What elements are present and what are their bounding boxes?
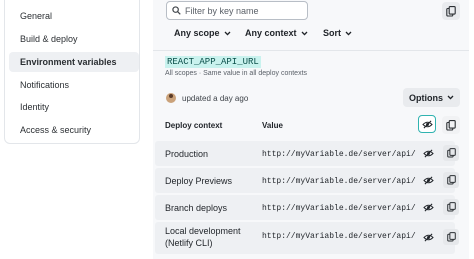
eye-slash-icon: [421, 120, 433, 128]
toggle-all-values-button[interactable]: [418, 115, 436, 133]
toggle-value-button[interactable]: [422, 174, 434, 186]
copy-icon: [446, 119, 456, 131]
sidebar-item-identity[interactable]: Identity: [9, 97, 139, 117]
variable-meta: All scopes · Same value in all deploy co…: [165, 70, 308, 77]
search-field[interactable]: [166, 1, 308, 20]
copy-value-button[interactable]: [443, 172, 459, 188]
table-row: Local development (Netlify CLI) http://m…: [153, 222, 474, 254]
row-context-line2: (Netlify CLI): [165, 238, 213, 248]
copy-icon: [446, 232, 456, 242]
row-context: Production: [165, 149, 209, 159]
copy-icon: [446, 202, 456, 212]
chevron-down-icon: [345, 31, 352, 36]
toggle-value-button[interactable]: [422, 231, 434, 243]
copy-all-button[interactable]: [442, 2, 460, 20]
chevron-down-icon: [301, 31, 307, 36]
options-label: Options: [409, 92, 443, 103]
divider: [153, 50, 474, 51]
sort-button[interactable]: Sort: [323, 26, 352, 40]
eye-slash-icon: [422, 233, 434, 241]
sort-label: Sort: [323, 28, 341, 38]
scope-filter-label: Any scope: [174, 28, 220, 38]
scope-filter-button[interactable]: Any scope: [174, 26, 231, 40]
panel-edge: [469, 0, 474, 259]
chevron-down-icon: [447, 95, 454, 100]
toggle-value-button[interactable]: [422, 201, 434, 213]
column-header-deploy-context: Deploy context: [165, 121, 223, 130]
table-row: Branch deploys http://myVariable.de/serv…: [153, 195, 474, 220]
options-button[interactable]: Options: [403, 88, 460, 107]
chevron-down-icon: [224, 31, 230, 36]
context-filter-button[interactable]: Any context: [245, 26, 308, 40]
row-value[interactable]: http://myVariable.de/server/api/: [262, 150, 416, 159]
row-value[interactable]: http://myVariable.de/server/api/: [262, 177, 416, 186]
copy-value-button[interactable]: [443, 199, 459, 215]
search-input[interactable]: [185, 5, 303, 16]
eye-slash-icon: [422, 176, 434, 184]
row-value[interactable]: http://myVariable.de/server/api/: [262, 232, 416, 241]
row-context: Branch deploys: [165, 203, 228, 213]
copy-value-button[interactable]: [443, 145, 459, 161]
column-header-value: Value: [262, 121, 283, 130]
variable-key[interactable]: REACT_APP_API_URL: [165, 56, 261, 68]
row-context: Deploy Previews: [165, 176, 233, 186]
context-filter-label: Any context: [245, 28, 297, 38]
copy-all-values-button[interactable]: [442, 116, 460, 134]
copy-icon: [446, 148, 456, 158]
table-row: Deploy Previews http://myVariable.de/ser…: [153, 168, 474, 193]
sidebar-item-general[interactable]: General: [9, 6, 139, 26]
search-icon: [172, 6, 181, 15]
copy-icon: [446, 175, 456, 185]
sidebar-item-notifications[interactable]: Notifications: [9, 75, 139, 95]
copy-icon: [446, 5, 456, 17]
table-row: Production http://myVariable.de/server/a…: [153, 141, 474, 166]
updated-timestamp: updated a day ago: [182, 94, 249, 103]
main-panel: Any scope Any context Sort REACT_APP_API…: [153, 0, 474, 259]
avatar: [166, 93, 176, 103]
sidebar-item-build-deploy[interactable]: Build & deploy: [9, 29, 139, 49]
eye-slash-icon: [422, 149, 434, 157]
eye-slash-icon: [422, 203, 434, 211]
sidebar-item-access-security[interactable]: Access & security: [9, 120, 139, 140]
copy-value-button[interactable]: [443, 229, 459, 245]
toggle-value-button[interactable]: [422, 147, 434, 159]
sidebar-item-environment-variables[interactable]: Environment variables: [9, 52, 139, 72]
settings-sidebar: General Build & deploy Environment varia…: [4, 0, 140, 144]
row-value[interactable]: http://myVariable.de/server/api/: [262, 204, 416, 213]
row-context-line1: Local development: [165, 226, 241, 236]
